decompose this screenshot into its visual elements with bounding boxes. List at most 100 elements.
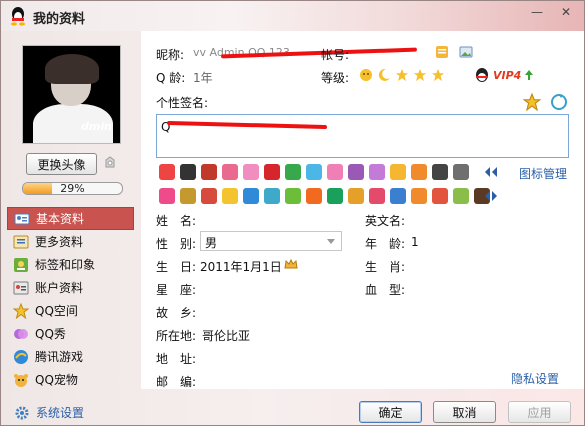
location-label: 所在地: [156,329,197,343]
scroll-right-icon[interactable] [484,190,498,202]
location-value: 哥伦比亚 [202,329,251,343]
edit-icon[interactable] [435,45,449,59]
badge-icon-row-1[interactable] [159,164,469,180]
account-icon [13,280,29,296]
yellow-badge-icon[interactable] [390,164,406,180]
photo-icon[interactable] [459,45,473,59]
gender-value: 男 [205,236,218,250]
heart-badge-icon[interactable] [369,188,385,204]
blue-penguin-icon[interactable] [243,188,259,204]
privacy-settings-link[interactable]: 隐私设置 [511,370,559,387]
nav-item-qqshow[interactable]: QQ秀 [7,322,134,345]
red-diamond-icon[interactable] [264,164,280,180]
camera-icon[interactable] [102,155,118,171]
nav-list: 基本资料 更多资料 标签和印象 账户资料 QQ空间 QQ秀 腾讯游戏 QQ宠物 [7,207,134,391]
bug-icon[interactable] [432,188,448,204]
close-icon: ✕ [560,5,572,19]
star-icon [395,68,409,82]
blood-type-label: 血 型: [365,283,406,297]
zodiac-label: 生 肖: [365,260,406,274]
leaf-icon[interactable] [453,188,469,204]
nav-item-qzone[interactable]: QQ空间 [7,299,134,322]
music-icon[interactable] [369,164,385,180]
nav-label: 更多资料 [35,235,84,249]
qq-penguin-icon [11,7,25,26]
icon-manage-link[interactable]: 图标管理 [519,165,567,182]
green-badge-icon[interactable] [285,188,301,204]
fire-icon[interactable] [306,188,322,204]
minimize-icon: — [531,5,543,19]
nav-label: QQ秀 [35,327,66,341]
star-icon [413,68,427,82]
purple-diamond-icon[interactable] [348,164,364,180]
title-bar[interactable]: 我的资料 — ✕ [1,1,584,31]
mobile-icon[interactable] [201,164,217,180]
nav-item-pet[interactable]: QQ宠物 [7,368,134,391]
nav-item-games[interactable]: 腾讯游戏 [7,345,134,368]
letter-icon[interactable] [327,188,343,204]
nav-label: QQ宠物 [35,373,78,387]
nickname-label: 昵称: [156,48,185,62]
postcode-label: 邮 编: [156,375,197,389]
teal-badge-icon[interactable] [264,188,280,204]
sun-icon [360,69,372,81]
avatar-hair [45,54,99,84]
badge-icon-row-2[interactable] [159,188,490,204]
grey-diamond-icon[interactable] [453,164,469,180]
gear-icon [15,406,29,419]
video-icon[interactable] [180,164,196,180]
star-badge-icon[interactable] [222,188,238,204]
vip-badge[interactable]: VIP4 [474,67,534,83]
blue-shield-icon[interactable] [390,188,406,204]
scroll-left-icon[interactable] [484,166,498,178]
address-label: 地 址: [156,352,197,366]
chevron-down-icon [327,239,335,244]
nav-item-account[interactable]: 账户资料 [7,276,134,299]
footer-bar: 系统设置 确定 取消 应用 [1,397,584,425]
profile-completion-bar: 29% [22,182,123,195]
signature-input[interactable]: Q [156,114,569,158]
pet-icon [13,372,29,388]
blue-diamond-icon[interactable] [306,164,322,180]
gem-icon[interactable] [243,164,259,180]
green-diamond-icon[interactable] [285,164,301,180]
redaction-mark [166,120,328,130]
profile-content: 昵称: vv Admin QQ 123 帐号: Q 龄: 1年 等级: VIP4… [141,31,584,389]
pet-badge-icon[interactable] [180,188,196,204]
ok-button[interactable]: 确定 [359,401,422,423]
cancel-button[interactable]: 取消 [433,401,496,423]
love-icon[interactable] [159,188,175,204]
constellation-label: 星 座: [156,283,197,297]
avatar[interactable]: dmin [22,45,121,144]
signature-label: 个性签名: [156,96,209,110]
crown-icon[interactable] [284,258,298,270]
nav-label: 腾讯游戏 [35,350,84,364]
left-panel: dmin 更换头像 29% 基本资料 更多资料 标签和印象 账户资料 QQ空间 … [1,31,139,397]
moon-icon [378,68,390,81]
star-add-icon[interactable] [523,93,541,111]
nav-label: 基本资料 [36,212,85,226]
gender-select[interactable]: 男 [200,231,342,251]
tiger-icon[interactable] [411,188,427,204]
qq-icon[interactable] [159,164,175,180]
level-icons[interactable] [359,68,445,82]
pink-diamond-icon[interactable] [327,164,343,180]
nav-item-tags[interactable]: 标签和印象 [7,253,134,276]
tag-icon [13,257,29,273]
star-icon [431,68,445,82]
film-icon[interactable] [432,164,448,180]
apply-button[interactable]: 应用 [508,401,571,423]
profile-card-icon [14,211,30,227]
system-settings-link[interactable]: 系统设置 [14,404,84,421]
gold-badge-icon[interactable] [348,188,364,204]
minimize-button[interactable]: — [524,3,550,21]
heart-icon[interactable] [222,164,238,180]
red-book-icon[interactable] [201,188,217,204]
close-button[interactable]: ✕ [553,3,579,21]
nav-item-basic-info[interactable]: 基本资料 [7,207,134,230]
nav-label: 账户资料 [35,281,84,295]
change-avatar-button[interactable]: 更换头像 [26,153,97,175]
nav-item-more-info[interactable]: 更多资料 [7,230,134,253]
orange-badge-icon[interactable] [411,164,427,180]
refresh-icon[interactable] [550,93,568,111]
